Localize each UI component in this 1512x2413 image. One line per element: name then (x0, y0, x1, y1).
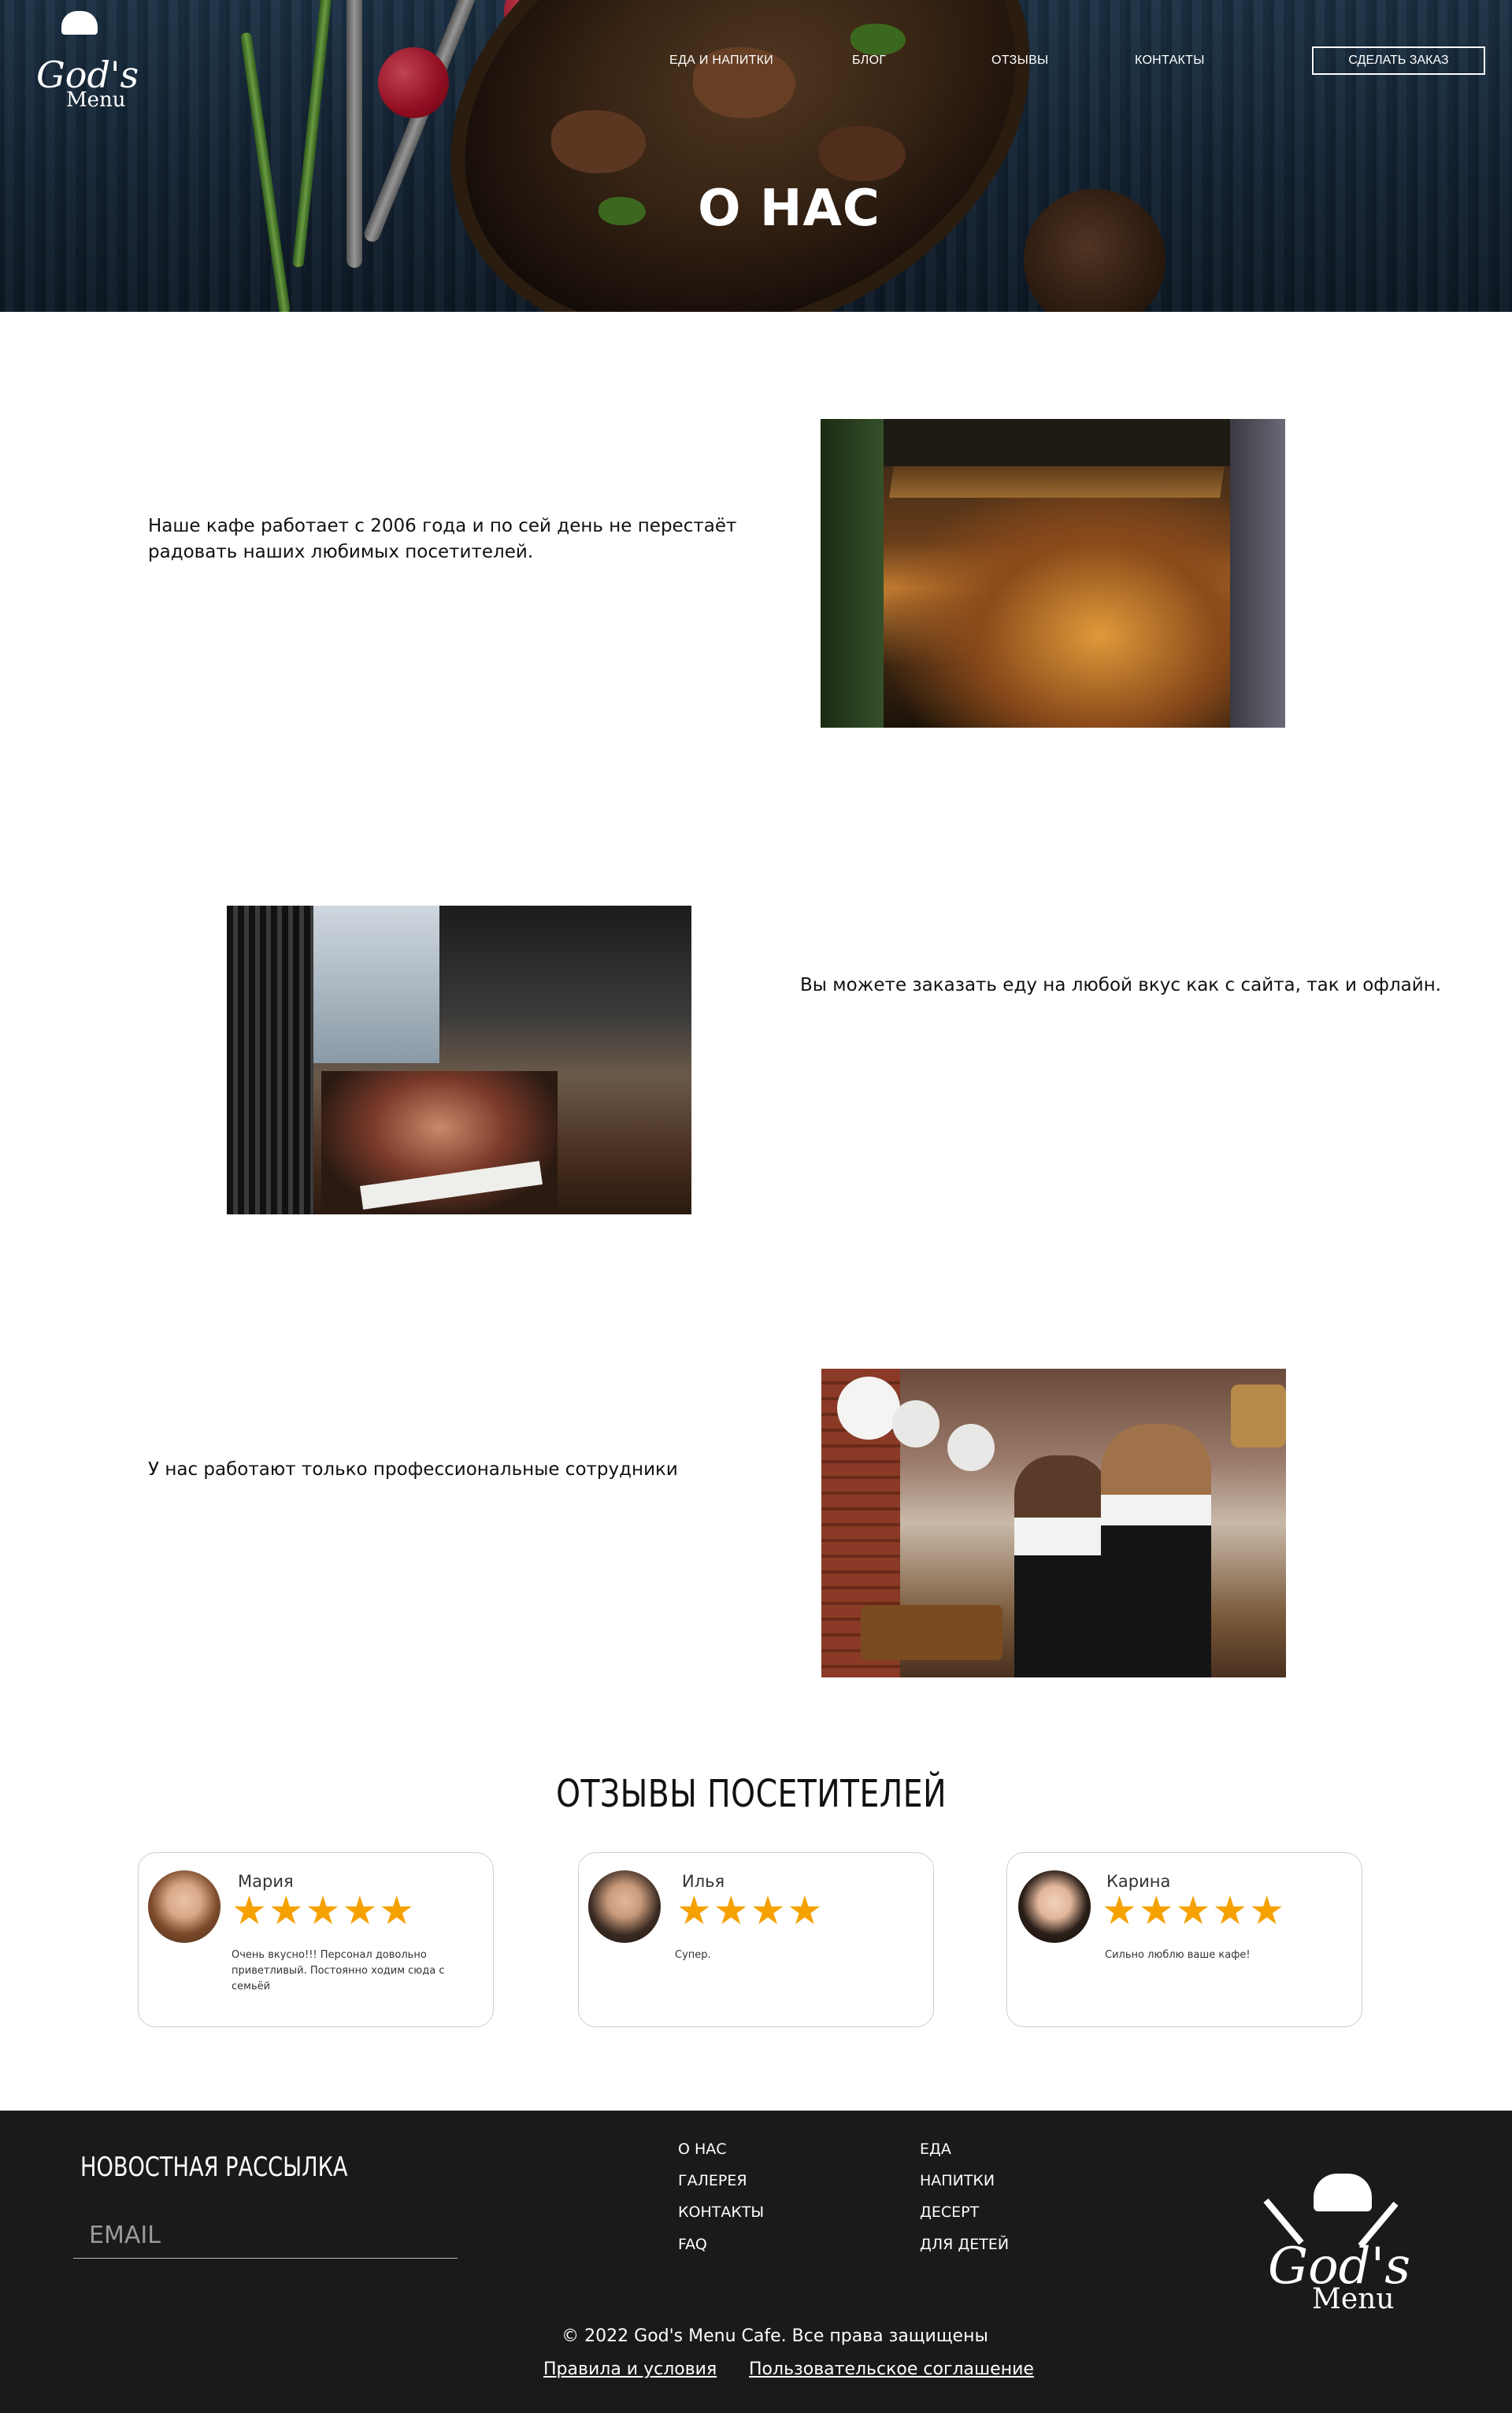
footer-link-contacts[interactable]: КОНТАКТЫ (678, 2204, 764, 2221)
order-button[interactable]: СДЕЛАТЬ ЗАКАЗ (1312, 46, 1485, 75)
email-field[interactable] (73, 2213, 458, 2259)
star-rating-icon: ★★★★ (676, 1888, 825, 1933)
about-text-3: У нас работают только профессиональные с… (148, 1459, 678, 1480)
restaurant-interior-photo (227, 906, 691, 1214)
page-title: О НАС (698, 180, 880, 238)
nav-food-drinks[interactable]: ЕДА И НАПИТКИ (669, 54, 773, 68)
hero-overlay (0, 0, 1512, 312)
user-agreement-link[interactable]: Пользовательское соглашение (749, 2359, 1034, 2379)
review-card: Илья ★★★★ Супер. (578, 1852, 934, 2027)
chef-hat-icon (61, 11, 98, 35)
chef-hat-icon (1314, 2174, 1372, 2211)
star-rating-icon: ★★★★★ (1102, 1888, 1287, 1933)
about-text-1: Наше кафе работает с 2006 года и по сей … (148, 516, 737, 562)
logo-word: Menu (66, 88, 126, 112)
footer-link-food[interactable]: ЕДА (920, 2141, 951, 2158)
about-text-2: Вы можете заказать еду на любой вкус как… (800, 975, 1442, 995)
star-rating-icon: ★★★★★ (232, 1888, 417, 1933)
staff-photo (821, 1369, 1286, 1677)
avatar (588, 1870, 661, 1943)
avatar (1018, 1870, 1091, 1943)
footer-link-about[interactable]: О НАС (678, 2141, 727, 2158)
footer-link-drinks[interactable]: НАПИТКИ (920, 2172, 995, 2189)
footer-link-gallery[interactable]: ГАЛЕРЕЯ (678, 2172, 747, 2189)
review-text: Супер. (675, 1949, 711, 1961)
nav-blog[interactable]: БЛОГ (852, 54, 886, 68)
site-logo[interactable]: God's Menu (36, 8, 139, 112)
footer-logo[interactable]: God's Menu (1263, 2170, 1410, 2320)
footer-link-faq[interactable]: FAQ (678, 2236, 707, 2253)
cafe-exterior-photo (821, 419, 1285, 728)
footer-link-kids[interactable]: ДЛЯ ДЕТЕЙ (920, 2236, 1009, 2253)
review-card: Карина ★★★★★ Сильно люблю ваше кафе! (1006, 1852, 1362, 2027)
review-text: Очень вкусно!!! Персонал довольно привет… (232, 1949, 445, 1992)
hero-banner: God's Menu ЕДА И НАПИТКИ БЛОГ ОТЗЫВЫ КОН… (0, 0, 1512, 312)
nav-contacts[interactable]: КОНТАКТЫ (1135, 54, 1205, 68)
avatar (148, 1870, 220, 1943)
newsletter-title: НОВОСТНАЯ РАССЫЛКА (80, 2152, 348, 2183)
copyright-text: © 2022 God's Menu Cafe. Все права защище… (561, 2326, 988, 2346)
reviews-title: ОТЗЫВЫ ПОСЕТИТЕЛЕЙ (556, 1772, 947, 1816)
footer-link-dessert[interactable]: ДЕСЕРТ (920, 2204, 979, 2221)
terms-link[interactable]: Правила и условия (543, 2359, 717, 2379)
nav-reviews[interactable]: ОТЗЫВЫ (991, 54, 1049, 68)
logo-word: Menu (1312, 2283, 1395, 2315)
review-text: Сильно люблю ваше кафе! (1105, 1949, 1251, 1961)
review-card: Мария ★★★★★ Очень вкусно!!! Персонал дов… (138, 1852, 494, 2027)
